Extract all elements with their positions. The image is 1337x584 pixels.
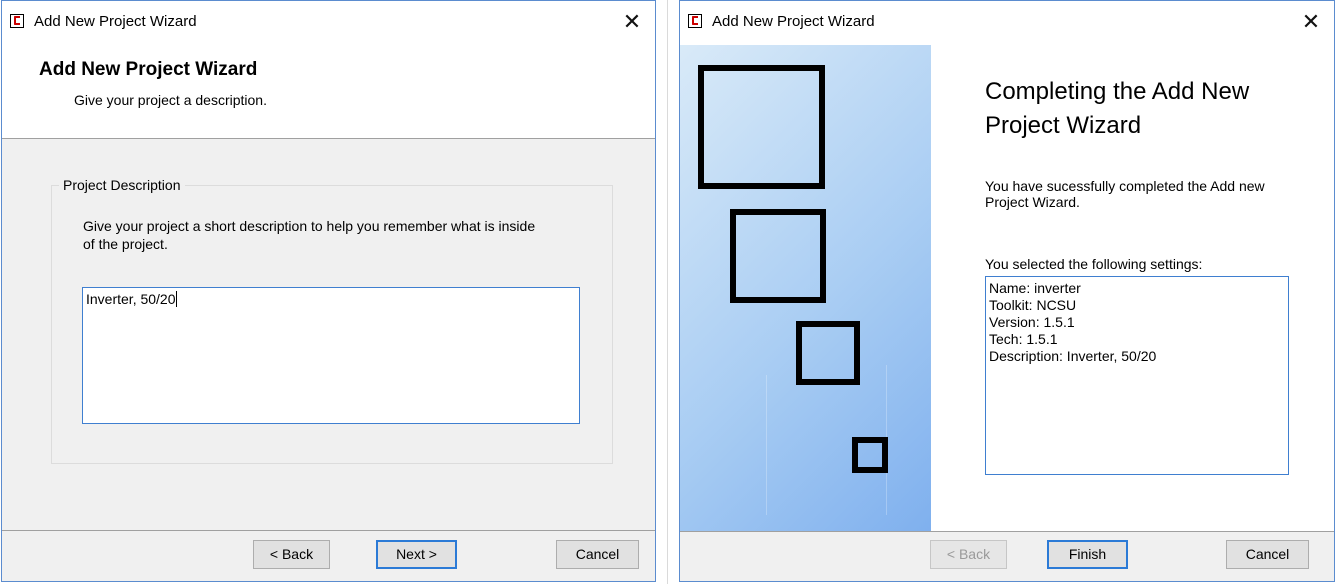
footer-divider: [2, 530, 655, 531]
decorative-line: [766, 375, 767, 515]
close-icon[interactable]: ✕: [1296, 7, 1326, 37]
app-icon: [688, 14, 702, 28]
settings-label: You selected the following settings:: [985, 256, 1203, 272]
add-project-wizard-complete-window: Add New Project Wizard ✕ Completing the …: [679, 0, 1335, 582]
decorative-square: [796, 321, 860, 385]
description-value: Inverter, 50/20: [86, 291, 176, 307]
settings-line: Toolkit: NCSU: [989, 297, 1077, 313]
settings-line: Description: Inverter, 50/20: [989, 348, 1157, 364]
back-button: < Back: [930, 540, 1007, 569]
wizard-page-subtitle: Give your project a description.: [74, 92, 267, 108]
wizard-page-title: Add New Project Wizard: [39, 59, 258, 80]
next-button[interactable]: Next >: [376, 540, 457, 569]
decorative-square: [852, 437, 888, 473]
background-divider: [667, 0, 668, 584]
wizard-header: Add New Project Wizard Give your project…: [2, 45, 655, 139]
title-bar: Add New Project Wizard ✕: [2, 1, 655, 45]
completion-message: You have sucessfully completed the Add n…: [985, 178, 1265, 210]
text-caret: [175, 291, 177, 307]
groupbox-label: Project Description: [59, 177, 185, 193]
description-textarea[interactable]: Inverter, 50/20: [82, 287, 580, 424]
groupbox-instructions: Give your project a short description to…: [83, 218, 536, 252]
cancel-button[interactable]: Cancel: [1226, 540, 1309, 569]
cancel-button[interactable]: Cancel: [556, 540, 639, 569]
settings-summary-box[interactable]: Name: inverter Toolkit: NCSU Version: 1.…: [985, 276, 1289, 475]
settings-line: Name: inverter: [989, 280, 1081, 296]
completion-heading: Completing the Add New Project Wizard: [985, 78, 1250, 139]
wizard-side-graphic: [680, 45, 931, 531]
settings-line: Version: 1.5.1: [989, 314, 1075, 330]
window-title: Add New Project Wizard: [712, 13, 875, 30]
finish-button[interactable]: Finish: [1047, 540, 1128, 569]
close-icon[interactable]: ✕: [617, 7, 647, 37]
decorative-square: [730, 209, 826, 303]
settings-line: Tech: 1.5.1: [989, 331, 1058, 347]
window-title: Add New Project Wizard: [34, 13, 197, 30]
app-icon: [10, 14, 24, 28]
add-project-wizard-description-window: Add New Project Wizard ✕ Add New Project…: [1, 0, 656, 582]
title-bar: Add New Project Wizard ✕: [680, 1, 1334, 45]
decorative-square: [698, 65, 825, 189]
back-button[interactable]: < Back: [253, 540, 330, 569]
